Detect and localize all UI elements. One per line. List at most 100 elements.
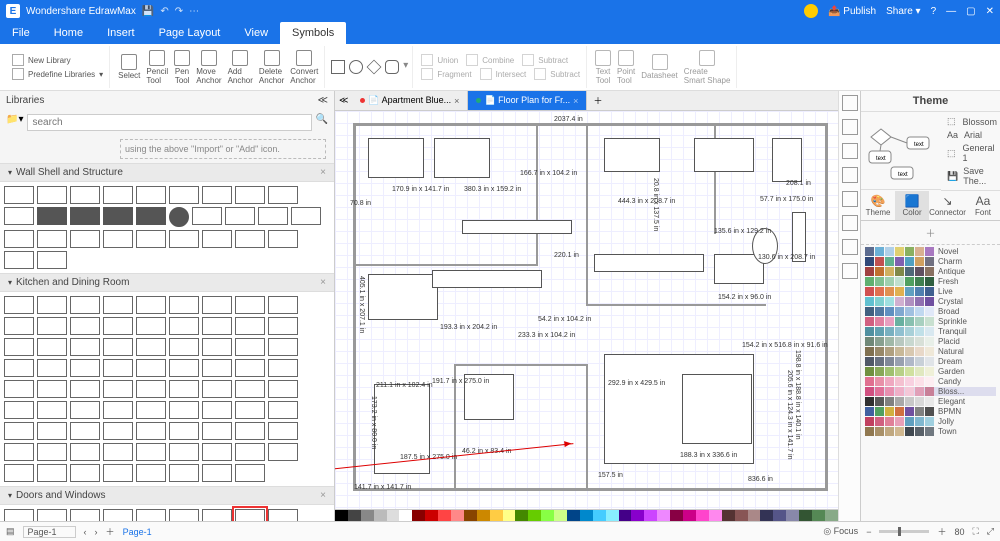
- library-symbol[interactable]: [169, 422, 199, 440]
- library-symbol[interactable]: [70, 380, 100, 398]
- library-symbol[interactable]: [235, 186, 265, 204]
- color-swatch[interactable]: [387, 510, 400, 521]
- color-swatch[interactable]: [799, 510, 812, 521]
- library-symbol[interactable]: [136, 401, 166, 419]
- redo-icon[interactable]: ↷: [175, 6, 183, 17]
- library-symbol[interactable]: [103, 401, 133, 419]
- doc-tab[interactable]: 📄 Floor Plan for Fr... ×: [468, 91, 587, 110]
- color-swatch[interactable]: [374, 510, 387, 521]
- fit-page-button[interactable]: ⛶: [972, 526, 978, 537]
- library-symbol[interactable]: [202, 464, 232, 482]
- library-symbol[interactable]: [202, 509, 232, 521]
- table-button[interactable]: [842, 215, 858, 231]
- library-symbol[interactable]: [37, 251, 67, 269]
- library-symbol[interactable]: [235, 296, 265, 314]
- color-swatch[interactable]: [773, 510, 786, 521]
- library-symbol[interactable]: [268, 401, 298, 419]
- palette-town[interactable]: Town: [865, 427, 996, 436]
- library-symbol[interactable]: [136, 359, 166, 377]
- sheet-menu-icon[interactable]: ▤: [6, 526, 15, 537]
- library-symbol[interactable]: [136, 296, 166, 314]
- color-swatch[interactable]: [812, 510, 825, 521]
- library-symbol[interactable]: [37, 443, 67, 461]
- theme-tab-connector[interactable]: ↘Connector: [929, 191, 966, 220]
- group-button[interactable]: [842, 143, 858, 159]
- theme-opt-3[interactable]: 💾Save The...: [947, 166, 997, 186]
- search-input[interactable]: [27, 114, 311, 131]
- library-symbol[interactable]: [291, 207, 321, 225]
- shape-circle[interactable]: [349, 60, 363, 74]
- library-symbol[interactable]: [37, 317, 67, 335]
- library-symbol[interactable]: [169, 509, 199, 521]
- pencil-tool-button[interactable]: PencilTool: [144, 48, 170, 87]
- library-symbol[interactable]: [202, 401, 232, 419]
- library-symbol[interactable]: [103, 317, 133, 335]
- library-symbol[interactable]: [4, 186, 34, 204]
- library-symbol[interactable]: [103, 464, 133, 482]
- library-symbol[interactable]: [202, 443, 232, 461]
- library-symbol[interactable]: [70, 401, 100, 419]
- add-theme-button[interactable]: ＋: [861, 221, 1000, 245]
- library-symbol[interactable]: [169, 359, 199, 377]
- library-symbol[interactable]: [37, 338, 67, 356]
- library-symbol[interactable]: [4, 296, 34, 314]
- menu-insert[interactable]: Insert: [95, 22, 147, 44]
- library-symbol[interactable]: [70, 317, 100, 335]
- library-symbol[interactable]: [136, 380, 166, 398]
- library-symbol[interactable]: [4, 401, 34, 419]
- library-symbol[interactable]: [268, 509, 298, 521]
- library-symbol[interactable]: [235, 380, 265, 398]
- library-symbol[interactable]: [169, 296, 199, 314]
- library-symbol[interactable]: [4, 251, 34, 269]
- palette-antique[interactable]: Antique: [865, 267, 996, 276]
- color-swatch[interactable]: [567, 510, 580, 521]
- add-sheet-button[interactable]: ＋: [106, 525, 115, 538]
- tabs-collapse-icon[interactable]: ≪: [335, 95, 352, 106]
- move-anchor-button[interactable]: MoveAnchor: [194, 48, 223, 87]
- library-symbol[interactable]: [103, 186, 133, 204]
- shape-roundrect[interactable]: [385, 60, 399, 74]
- library-symbol[interactable]: [268, 317, 298, 335]
- library-symbol[interactable]: [136, 464, 166, 482]
- focus-toggle[interactable]: ◎ Focus: [823, 526, 858, 537]
- sheet-selector[interactable]: Page-1: [23, 526, 76, 538]
- color-swatch[interactable]: [722, 510, 735, 521]
- layers-button[interactable]: [842, 95, 858, 111]
- library-symbol[interactable]: [70, 359, 100, 377]
- library-symbol[interactable]: [192, 207, 222, 225]
- library-symbol[interactable]: [37, 359, 67, 377]
- align-button[interactable]: [842, 119, 858, 135]
- library-symbol[interactable]: [103, 230, 133, 248]
- library-symbol[interactable]: [235, 317, 265, 335]
- library-symbol[interactable]: [70, 186, 100, 204]
- boolean-combine[interactable]: Combine: [466, 54, 514, 66]
- share-button[interactable]: Share ▾: [886, 6, 921, 17]
- library-symbol[interactable]: [235, 359, 265, 377]
- color-swatch[interactable]: [451, 510, 464, 521]
- library-symbol[interactable]: [169, 443, 199, 461]
- library-symbol[interactable]: [136, 207, 166, 225]
- library-symbol[interactable]: [202, 359, 232, 377]
- color-swatch[interactable]: [528, 510, 541, 521]
- library-symbol[interactable]: [202, 296, 232, 314]
- library-symbol[interactable]: [169, 317, 199, 335]
- color-swatch[interactable]: [709, 510, 722, 521]
- palette-crystal[interactable]: Crystal: [865, 297, 996, 306]
- zoom-out-button[interactable]: −: [866, 527, 871, 537]
- library-symbol[interactable]: [103, 207, 133, 225]
- color-swatch[interactable]: [412, 510, 425, 521]
- publish-button[interactable]: 📤 Publish: [828, 6, 876, 17]
- library-symbol[interactable]: [4, 317, 34, 335]
- point-tool-button[interactable]: PointTool: [615, 48, 637, 87]
- minimize-icon[interactable]: —: [946, 6, 956, 17]
- color-swatch[interactable]: [683, 510, 696, 521]
- palette-sprinkle[interactable]: Sprinkle: [865, 317, 996, 326]
- close-icon[interactable]: ✕: [986, 6, 994, 17]
- create-smart-shape-button[interactable]: CreateSmart Shape: [682, 48, 733, 87]
- theme-opt-2[interactable]: ⬚General 1: [947, 143, 997, 163]
- sheet-tab[interactable]: Page-1: [123, 527, 152, 537]
- zoom-in-button[interactable]: ＋: [937, 525, 946, 538]
- text-tool-button[interactable]: TextTool: [593, 48, 613, 87]
- library-symbol[interactable]: [4, 509, 34, 521]
- library-symbol[interactable]: [169, 207, 189, 227]
